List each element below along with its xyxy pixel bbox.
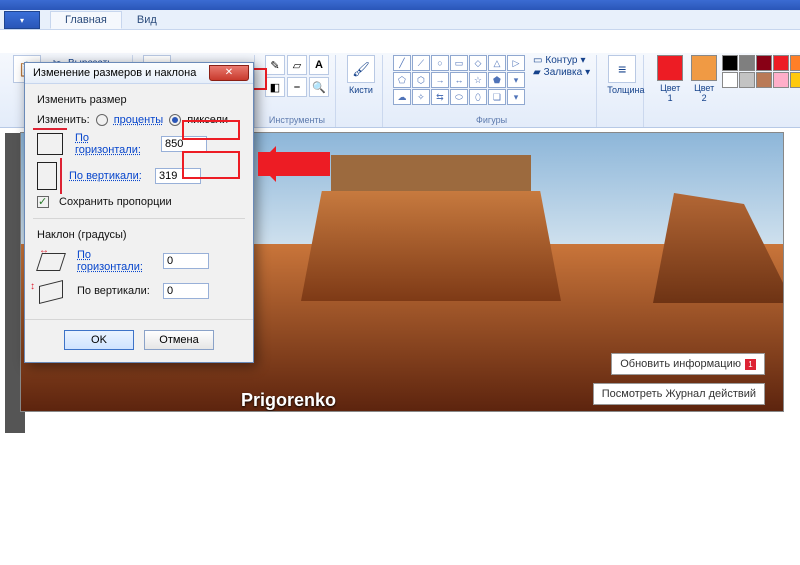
by-label: Изменить: xyxy=(37,114,90,126)
palette-swatch[interactable] xyxy=(739,55,755,71)
palette-swatch[interactable] xyxy=(773,55,789,71)
radio-pixels[interactable] xyxy=(169,114,181,126)
shapes-label: Фигуры xyxy=(393,113,590,127)
pencil-tool[interactable]: ✎ xyxy=(265,55,285,75)
palette-swatch[interactable] xyxy=(756,55,772,71)
fill-tool[interactable]: ▱ xyxy=(287,55,307,75)
resize-h-label: По горизонтали: xyxy=(75,132,155,156)
skew-h-input[interactable] xyxy=(163,253,209,269)
app-menu-button[interactable]: ▾ xyxy=(4,11,40,29)
text-tool[interactable]: A xyxy=(309,55,329,75)
palette-swatch[interactable] xyxy=(739,72,755,88)
dialog-title: Изменение размеров и наклона xyxy=(33,67,196,79)
annotation-arrow xyxy=(258,152,330,176)
skew-v-input[interactable] xyxy=(163,283,209,299)
skew-v-icon: ↕ xyxy=(37,279,65,303)
mesa-main xyxy=(301,155,561,295)
zoom-tool[interactable]: 🔍 xyxy=(309,77,329,97)
notif-badge: 1 xyxy=(745,359,756,370)
color2-button[interactable]: Цвет 2 xyxy=(688,55,720,103)
pixels-label[interactable]: пиксели xyxy=(187,114,228,126)
highlight-home-tab xyxy=(0,30,60,53)
profile-name: Prigorenko xyxy=(241,390,336,411)
keep-ratio-label[interactable]: Сохранить пропорции xyxy=(59,196,172,208)
ok-button[interactable]: OK xyxy=(64,330,134,350)
picker-tool[interactable]: ⎯ xyxy=(287,77,307,97)
resize-v-icon xyxy=(37,162,57,190)
cancel-button[interactable]: Отмена xyxy=(144,330,214,350)
color1-swatch xyxy=(657,55,683,81)
resize-skew-dialog: Изменение размеров и наклона ✕ Изменить … xyxy=(24,62,254,363)
tab-view[interactable]: Вид xyxy=(122,11,172,29)
group-thickness: ≡Толщина xyxy=(601,55,644,127)
dialog-close-button[interactable]: ✕ xyxy=(209,65,249,81)
shapes-gallery[interactable]: ╱⟋○▭◇△▷ ⬠⬡→↔☆⬟▾ ☁✧⇆⬭⬯❏▾ xyxy=(393,55,525,105)
resize-v-input[interactable] xyxy=(155,168,201,184)
color1-button[interactable]: Цвет 1 xyxy=(654,55,686,103)
resize-h-icon xyxy=(37,133,63,155)
resize-section-label: Изменить размер xyxy=(37,94,241,106)
tools-label: Инструменты xyxy=(265,113,329,127)
skew-h-label: По горизонтали: xyxy=(77,249,157,273)
radio-percent[interactable] xyxy=(96,114,108,126)
resize-h-input[interactable] xyxy=(161,136,207,152)
resize-v-label: По вертикали: xyxy=(69,170,149,182)
brushes-button[interactable]: 🖌Кисти xyxy=(346,55,376,95)
dialog-titlebar[interactable]: Изменение размеров и наклона ✕ xyxy=(25,63,253,84)
titlebar xyxy=(0,0,800,10)
palette-swatch[interactable] xyxy=(790,72,800,88)
tab-home[interactable]: Главная xyxy=(50,11,122,29)
skew-section-label: Наклон (градусы) xyxy=(37,229,241,241)
skew-h-icon: ↔ xyxy=(37,249,65,273)
shape-fill-button[interactable]: ▰Заливка▾ xyxy=(533,67,590,78)
color-palette[interactable] xyxy=(722,55,800,88)
palette-swatch[interactable] xyxy=(790,55,800,71)
palette-swatch[interactable] xyxy=(722,55,738,71)
skew-v-label: По вертикали: xyxy=(77,285,157,297)
palette-swatch[interactable] xyxy=(773,72,789,88)
group-tools: ✎ ▱ A ◧ ⎯ 🔍 Инструменты xyxy=(259,55,336,127)
keep-ratio-checkbox[interactable] xyxy=(37,196,49,208)
eraser-tool[interactable]: ◧ xyxy=(265,77,285,97)
palette-swatch[interactable] xyxy=(722,72,738,88)
group-colors: Цвет 1 Цвет 2 xyxy=(648,55,800,127)
update-info-button[interactable]: Обновить информацию1 xyxy=(611,353,765,375)
group-shapes: ╱⟋○▭◇△▷ ⬠⬡→↔☆⬟▾ ☁✧⇆⬭⬯❏▾ ▭Контур▾ ▰Заливк… xyxy=(387,55,597,127)
view-activity-log-button[interactable]: Посмотреть Журнал действий xyxy=(593,383,765,405)
percent-label[interactable]: проценты xyxy=(114,114,164,126)
color2-swatch xyxy=(691,55,717,81)
shape-outline-button[interactable]: ▭Контур▾ xyxy=(533,55,590,66)
outline-icon: ▭ xyxy=(533,55,542,66)
fill-icon: ▰ xyxy=(533,67,541,78)
palette-swatch[interactable] xyxy=(756,72,772,88)
thickness-button[interactable]: ≡Толщина xyxy=(607,55,637,95)
group-brushes: 🖌Кисти xyxy=(340,55,383,127)
tab-row: ▾ Главная Вид xyxy=(0,10,800,30)
